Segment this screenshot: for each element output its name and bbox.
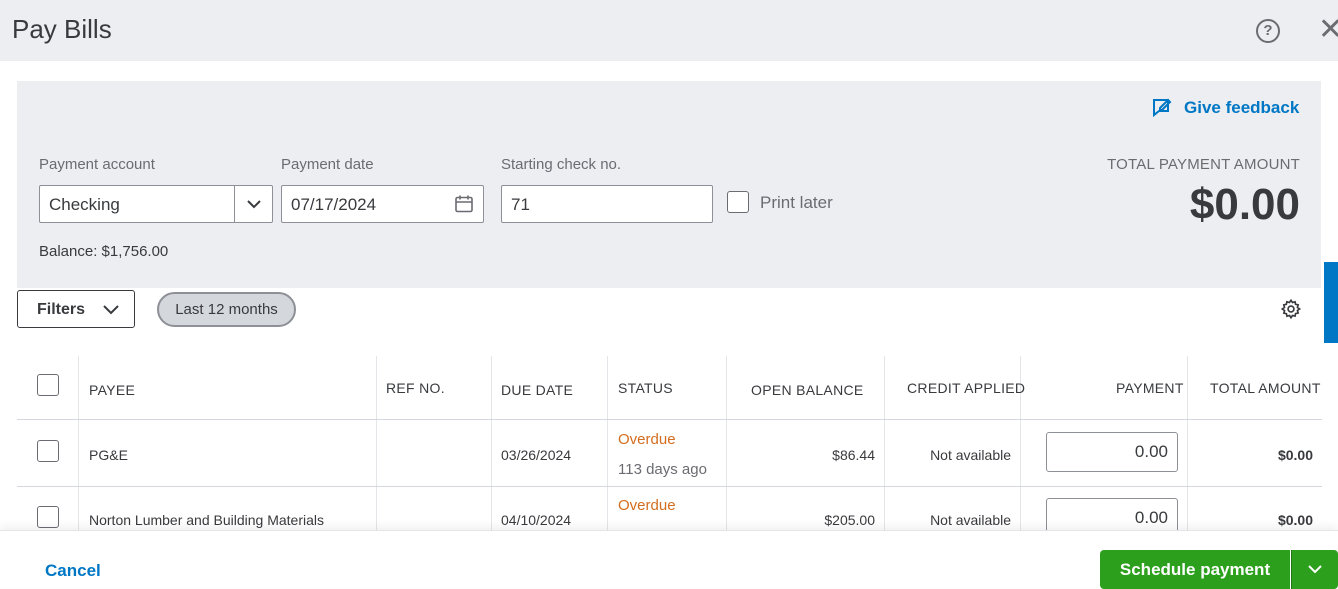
col-ref-no[interactable]: REF NO. bbox=[386, 380, 445, 396]
filters-button[interactable]: Filters bbox=[17, 290, 135, 328]
print-later-label: Print later bbox=[760, 193, 833, 212]
table-header-row: PAYEE REF NO. DUE DATE STATUS OPEN BALAN… bbox=[17, 356, 1322, 420]
status-detail: 113 days ago bbox=[618, 461, 707, 478]
row-checkbox[interactable] bbox=[37, 506, 59, 528]
row-total: $0.00 bbox=[1277, 447, 1313, 463]
total-payment-amount: $0.00 bbox=[1189, 180, 1300, 229]
give-feedback-link[interactable]: Give feedback bbox=[1150, 96, 1299, 120]
help-icon[interactable]: ? bbox=[1256, 19, 1280, 43]
row-checkbox[interactable] bbox=[37, 440, 59, 462]
check-no-label: Starting check no. bbox=[501, 156, 622, 173]
payment-input[interactable]: 0.00 bbox=[1046, 432, 1178, 472]
row-total: $0.00 bbox=[1277, 512, 1313, 528]
col-total-amount[interactable]: TOTAL AMOUNT bbox=[1210, 380, 1321, 396]
title-bar: Pay Bills ? ✕ bbox=[0, 0, 1338, 61]
payment-date-label: Payment date bbox=[281, 156, 374, 173]
payment-account-select[interactable]: Checking bbox=[39, 185, 273, 223]
side-panel-tab[interactable] bbox=[1324, 262, 1338, 343]
col-credit-applied[interactable]: CREDIT APPLIED bbox=[907, 380, 1025, 396]
due-date: 03/26/2024 bbox=[501, 447, 572, 463]
date-filter-chip[interactable]: Last 12 months bbox=[157, 292, 296, 327]
page-title: Pay Bills bbox=[12, 14, 112, 44]
payee-name[interactable]: Norton Lumber and Building Materials bbox=[89, 512, 324, 528]
footer-bar: Cancel Schedule payment bbox=[0, 530, 1338, 589]
chevron-down-icon[interactable] bbox=[234, 186, 272, 222]
schedule-options-button[interactable] bbox=[1291, 550, 1338, 589]
col-payment[interactable]: PAYMENT bbox=[1116, 380, 1184, 396]
chevron-down-icon bbox=[1308, 565, 1322, 574]
chevron-down-icon bbox=[103, 305, 119, 315]
schedule-payment-button[interactable]: Schedule payment bbox=[1100, 550, 1290, 589]
credit-applied: Not available bbox=[930, 447, 1011, 463]
due-date: 04/10/2024 bbox=[501, 512, 572, 528]
account-balance: Balance: $1,756.00 bbox=[39, 243, 169, 260]
calendar-icon[interactable] bbox=[451, 186, 477, 222]
credit-applied: Not available bbox=[930, 512, 1011, 528]
close-icon[interactable]: ✕ bbox=[1318, 17, 1338, 43]
cancel-button[interactable]: Cancel bbox=[45, 561, 101, 581]
payment-account-label: Payment account bbox=[39, 156, 155, 173]
payment-date-value: 07/17/2024 bbox=[291, 195, 377, 214]
select-all-checkbox[interactable] bbox=[37, 374, 59, 396]
status-badge: Overdue bbox=[618, 431, 676, 448]
col-status[interactable]: STATUS bbox=[618, 380, 673, 396]
filters-label: Filters bbox=[37, 301, 86, 318]
col-open-balance[interactable]: OPEN BALANCE bbox=[751, 382, 864, 398]
feedback-icon bbox=[1153, 98, 1172, 118]
starting-check-no-input[interactable]: 71 bbox=[501, 185, 713, 223]
open-balance: $86.44 bbox=[832, 447, 875, 463]
col-payee[interactable]: PAYEE bbox=[89, 382, 135, 398]
give-feedback-label: Give feedback bbox=[1184, 98, 1300, 117]
col-due-date[interactable]: DUE DATE bbox=[501, 382, 573, 398]
table-row: PG&E 03/26/2024 Overdue 113 days ago $86… bbox=[17, 420, 1322, 487]
status-badge: Overdue bbox=[618, 497, 676, 514]
payment-date-input[interactable]: 07/17/2024 bbox=[281, 185, 484, 223]
print-later-checkbox[interactable] bbox=[727, 191, 749, 213]
open-balance: $205.00 bbox=[824, 512, 875, 528]
gear-icon[interactable] bbox=[1280, 298, 1302, 320]
payment-account-value: Checking bbox=[49, 195, 120, 214]
check-no-value: 71 bbox=[511, 195, 530, 214]
total-payment-label: TOTAL PAYMENT AMOUNT bbox=[1107, 156, 1300, 173]
payee-name[interactable]: PG&E bbox=[89, 447, 128, 463]
